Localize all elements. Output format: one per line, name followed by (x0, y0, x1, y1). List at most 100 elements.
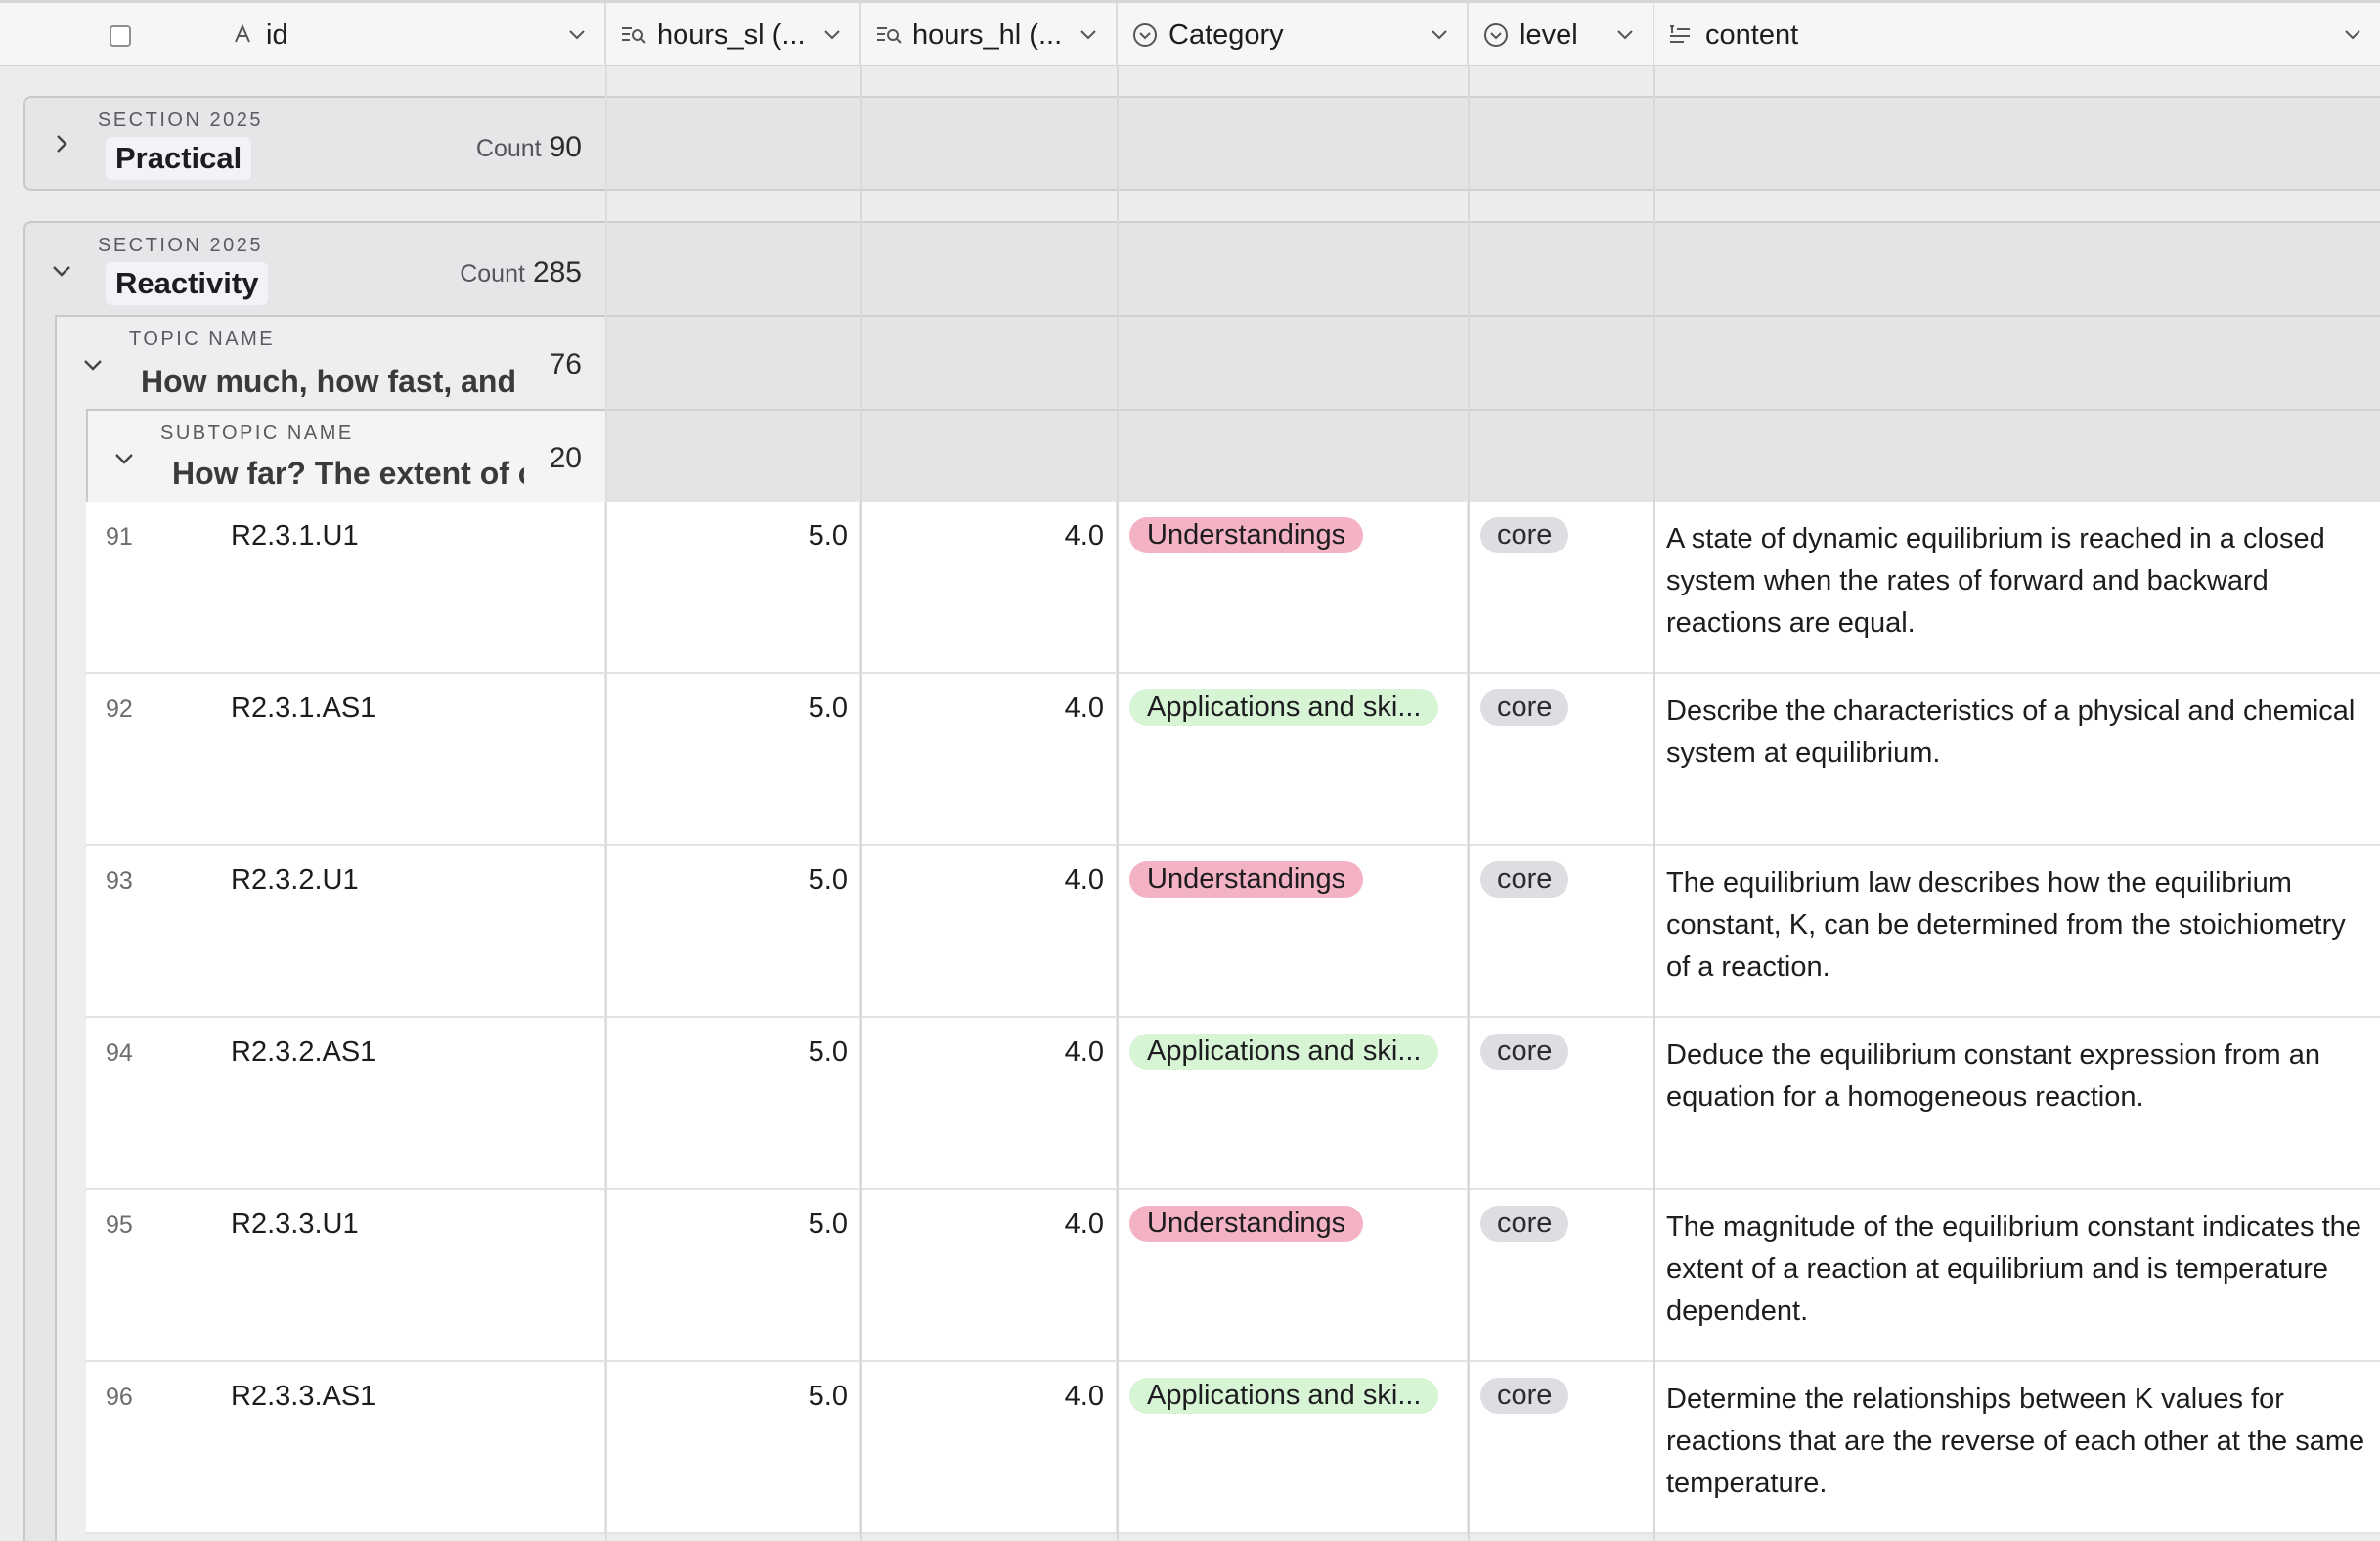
chevron-down-icon[interactable] (49, 258, 74, 284)
group-value: Reactivity (106, 262, 269, 305)
chevron-down-icon[interactable] (1428, 22, 1451, 46)
cell-content[interactable]: Describe the characteristics of a physic… (1654, 674, 2380, 846)
cell-content[interactable]: Deduce the equilibrium constant expressi… (1654, 1018, 2380, 1190)
cell-hours-hl[interactable]: 4.0 (861, 502, 1118, 674)
cell-content[interactable]: A state of dynamic equilibrium is reache… (1654, 502, 2380, 674)
table-row[interactable]: 96 R2.3.3.AS1 5.0 4.0 Applications and ski..… (86, 1362, 2380, 1534)
cell-level[interactable]: core (1469, 1018, 1654, 1190)
cell-category[interactable]: Understandings (1118, 502, 1469, 674)
hours-hl-value: 4.0 (1064, 1036, 1104, 1068)
text-type-icon (231, 22, 254, 46)
cell-category[interactable]: Applications and ski... (1118, 1362, 1469, 1534)
column-header-category[interactable]: Category (1118, 3, 1469, 66)
table-row[interactable]: 95 R2.3.3.U1 5.0 4.0 Understandings core The m… (86, 1190, 2380, 1362)
record-list: 91 R2.3.1.U1 5.0 4.0 Understandings core A sta… (86, 502, 2380, 1534)
group-field-label: SECTION 2025 (98, 235, 263, 256)
column-header-id[interactable]: id (0, 3, 606, 66)
chevron-down-icon[interactable] (1077, 22, 1100, 46)
cell-id[interactable]: 96 R2.3.3.AS1 (86, 1362, 606, 1534)
group-band-practical (606, 96, 2380, 191)
group-value: Practical (106, 137, 252, 180)
content-text: Determine the relationships between K va… (1666, 1384, 2365, 1499)
category-tag: Applications and ski... (1129, 1378, 1439, 1414)
record-id: R2.3.3.U1 (231, 1209, 359, 1240)
row-number: 96 (106, 1384, 133, 1411)
cell-category[interactable]: Understandings (1118, 1190, 1469, 1362)
cell-content[interactable]: The magnitude of the equilibrium constan… (1654, 1190, 2380, 1362)
cell-id[interactable]: 93 R2.3.2.U1 (86, 846, 606, 1018)
cell-hours-hl[interactable]: 4.0 (861, 846, 1118, 1018)
cell-level[interactable]: core (1469, 1362, 1654, 1534)
table-row[interactable]: 92 R2.3.1.AS1 5.0 4.0 Applications and ski..… (86, 674, 2380, 846)
group-header-practical[interactable]: SECTION 2025 Practical Count 90 (23, 96, 607, 191)
hours-hl-value: 4.0 (1064, 1381, 1104, 1412)
cell-hours-hl[interactable]: 4.0 (861, 1018, 1118, 1190)
cell-hours-hl[interactable]: 4.0 (861, 1362, 1118, 1534)
cell-content[interactable]: Determine the relationships between K va… (1654, 1362, 2380, 1534)
select-icon (1482, 22, 1510, 49)
divider (606, 315, 2380, 317)
cell-hours-hl[interactable]: 4.0 (861, 1190, 1118, 1362)
column-divider (1653, 66, 1655, 1541)
level-tag: core (1480, 1034, 1569, 1070)
column-divider (860, 66, 862, 1541)
group-band-reactivity (606, 221, 2380, 502)
cell-id[interactable]: 92 R2.3.1.AS1 (86, 674, 606, 846)
cell-hours-sl[interactable]: 5.0 (606, 1018, 861, 1190)
cell-id[interactable]: 95 R2.3.3.U1 (86, 1190, 606, 1362)
long-text-icon (1668, 22, 1694, 46)
hours-sl-value: 5.0 (808, 692, 848, 724)
table-row[interactable]: 93 R2.3.2.U1 5.0 4.0 Understandings core The e… (86, 846, 2380, 1018)
chevron-right-icon[interactable] (49, 131, 74, 156)
column-header-hours-sl[interactable]: hours_sl (... (606, 3, 861, 66)
column-header-level[interactable]: level (1469, 3, 1654, 66)
chevron-down-icon[interactable] (80, 352, 106, 377)
row-number: 91 (106, 523, 133, 550)
table-row[interactable]: 94 R2.3.2.AS1 5.0 4.0 Applications and ski..… (86, 1018, 2380, 1190)
column-header-bar: id hours_sl (... hours_hl (... Category … (0, 0, 2380, 66)
group-value: How much, how fast, and how far? (141, 364, 522, 399)
lookup-icon (620, 22, 647, 46)
category-tag: Understandings (1129, 1206, 1364, 1242)
category-tag: Applications and ski... (1129, 1034, 1439, 1070)
cell-category[interactable]: Applications and ski... (1118, 674, 1469, 846)
column-divider (1117, 66, 1119, 1541)
record-id: R2.3.1.AS1 (231, 692, 376, 724)
level-tag: core (1480, 689, 1569, 726)
cell-hours-sl[interactable]: 5.0 (606, 846, 861, 1018)
cell-level[interactable]: core (1469, 674, 1654, 846)
cell-hours-sl[interactable]: 5.0 (606, 674, 861, 846)
chevron-down-icon[interactable] (820, 22, 844, 46)
chevron-down-icon[interactable] (565, 22, 589, 46)
cell-id[interactable]: 91 R2.3.1.U1 (86, 502, 606, 674)
cell-hours-sl[interactable]: 5.0 (606, 1190, 861, 1362)
hours-sl-value: 5.0 (808, 520, 848, 551)
group-header-subtopic[interactable]: SUBTOPIC NAME How far? The extent of che… (86, 409, 607, 503)
chevron-down-icon[interactable] (111, 446, 137, 471)
group-field-label: SECTION 2025 (98, 110, 263, 131)
group-value: How far? The extent of chemical change (172, 456, 524, 491)
column-header-content[interactable]: content (1654, 3, 2380, 66)
content-text: A state of dynamic equilibrium is reache… (1666, 523, 2325, 638)
cell-hours-sl[interactable]: 5.0 (606, 1362, 861, 1534)
hours-hl-value: 4.0 (1064, 1209, 1104, 1240)
cell-id[interactable]: 94 R2.3.2.AS1 (86, 1018, 606, 1190)
cell-hours-hl[interactable]: 4.0 (861, 674, 1118, 846)
level-tag: core (1480, 1206, 1569, 1242)
select-all-checkbox[interactable] (110, 25, 131, 47)
cell-level[interactable]: core (1469, 502, 1654, 674)
table-row[interactable]: 91 R2.3.1.U1 5.0 4.0 Understandings core A sta… (86, 502, 2380, 674)
column-label: level (1520, 20, 1578, 51)
cell-category[interactable]: Applications and ski... (1118, 1018, 1469, 1190)
hours-hl-value: 4.0 (1064, 864, 1104, 896)
cell-level[interactable]: core (1469, 1190, 1654, 1362)
cell-content[interactable]: The equilibrium law describes how the eq… (1654, 846, 2380, 1018)
cell-level[interactable]: core (1469, 846, 1654, 1018)
cell-hours-sl[interactable]: 5.0 (606, 502, 861, 674)
hours-sl-value: 5.0 (808, 864, 848, 896)
column-header-hours-hl[interactable]: hours_hl (... (861, 3, 1118, 66)
chevron-down-icon[interactable] (1613, 22, 1637, 46)
record-id: R2.3.1.U1 (231, 520, 359, 551)
cell-category[interactable]: Understandings (1118, 846, 1469, 1018)
chevron-down-icon[interactable] (2341, 22, 2364, 46)
